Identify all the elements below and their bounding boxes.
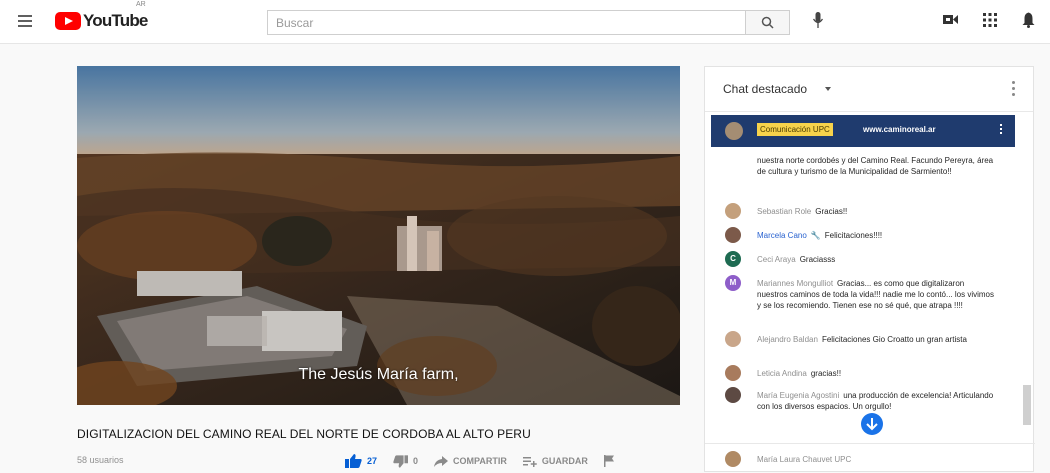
avatar[interactable] [725,365,741,381]
pinned-author-name: Comunicación UPC [757,123,833,136]
chat-message: Sebastian Role Gracias!! [725,203,995,219]
live-chat-panel: Chat destacado Comunicación UPC www.cami… [704,66,1035,473]
share-arrow-icon [434,455,449,467]
avatar[interactable] [725,227,741,243]
dislike-button[interactable]: 0 [393,454,419,468]
jump-to-bottom-button[interactable] [861,413,883,435]
avatar[interactable] [725,203,741,219]
report-button[interactable] [603,455,620,467]
viewer-count: 58 usuarios [77,455,124,465]
pinned-message[interactable]: Comunicación UPC www.caminoreal.ar [711,115,1015,147]
arrow-down-icon [866,418,878,431]
chat-message: Alejandro Baldan Felicitaciones Gio Croat… [725,331,995,347]
chat-message: María Eugenia Agostini una producción de … [725,387,995,412]
thumbs-down-icon [393,454,409,468]
flag-icon [603,455,614,467]
message-author[interactable]: María Eugenia Agostini [757,391,839,400]
message-text: Gracias!! [815,207,848,216]
message-author[interactable]: Ceci Araya [757,255,796,264]
chat-scrollbar[interactable] [1023,385,1031,425]
message-text: Felicitaciones!!!! [824,231,883,240]
apps-grid-icon[interactable] [983,13,997,27]
video-player[interactable]: The Jesús María farm, [77,66,680,405]
chat-message: Leticia Andina gracias!! [725,365,995,381]
chat-message: nuestra norte cordobés y del Camino Real… [725,155,995,177]
top-bar: YouTube AR Buscar [0,0,1050,44]
logo-country-code: AR [136,1,146,8]
video-subtitle: The Jesús María farm, [298,366,459,383]
message-author[interactable]: Marcela Cano [757,231,807,240]
message-text: nuestra norte cordobés y del Camino Real… [757,156,994,176]
message-text: Felicitaciones Gio Croatto un gran artis… [821,335,967,344]
pinned-message-text: www.caminoreal.ar [863,125,936,134]
video-actions: 27 0 COMPARTIR GUARDAR [345,452,636,470]
more-options-icon[interactable] [1012,81,1015,99]
message-text: Graciasss [799,255,836,264]
dislike-count: 0 [413,456,419,466]
save-button[interactable]: GUARDAR [522,456,588,467]
search-button[interactable] [746,10,790,35]
video-title: DIGITALIZACION DEL CAMINO REAL DEL NORTE… [77,427,531,441]
share-label: COMPARTIR [453,456,507,466]
avatar[interactable] [725,331,741,347]
like-button[interactable]: 27 [345,454,377,468]
chat-input-area: María Laura Chauvet UPC [705,443,1035,473]
message-author[interactable]: Mariannes Mongulliot [757,279,833,288]
youtube-logo[interactable]: YouTube [55,11,148,31]
like-count: 27 [367,456,378,466]
microphone-icon[interactable] [813,12,823,29]
menu-icon[interactable] [18,15,32,27]
avatar[interactable]: M [725,275,741,291]
video-frame-farm-aerial [77,66,680,405]
logo-text: YouTube [83,11,148,30]
current-user-avatar [725,451,741,467]
message-author[interactable]: Alejandro Baldan [757,335,818,344]
avatar[interactable]: C [725,251,741,267]
message-author[interactable]: Sebastian Role [757,207,811,216]
search-input[interactable]: Buscar [267,10,746,35]
thumbs-up-icon [345,454,362,468]
chevron-down-icon[interactable] [825,87,831,91]
search-icon [761,16,774,29]
share-button[interactable]: COMPARTIR [434,455,507,467]
current-user-name: María Laura Chauvet UPC [757,455,852,464]
chat-messages-list: nuestra norte cordobés y del Camino Real… [705,147,1021,442]
avatar[interactable] [725,387,741,403]
pinned-author-avatar [725,122,743,140]
message-text: gracias!! [810,369,842,378]
chat-message: C Ceci Araya Graciasss [725,251,995,267]
pinned-more-icon[interactable] [1000,124,1003,136]
chat-mode-selector[interactable]: Chat destacado [723,82,807,96]
save-label: GUARDAR [541,456,588,466]
chat-message: M Mariannes Mongulliot Gracias... es como… [725,275,995,311]
message-author[interactable]: Leticia Andina [757,369,807,378]
chat-header: Chat destacado [705,67,1033,112]
add-to-playlist-icon [522,456,537,467]
chat-message: Marcela Cano 🔧 Felicitaciones!!!! [725,227,995,243]
notifications-bell-icon[interactable] [1022,12,1035,28]
moderator-wrench-icon: 🔧 [810,231,821,240]
youtube-play-icon [55,12,81,30]
create-video-icon[interactable] [943,14,958,25]
